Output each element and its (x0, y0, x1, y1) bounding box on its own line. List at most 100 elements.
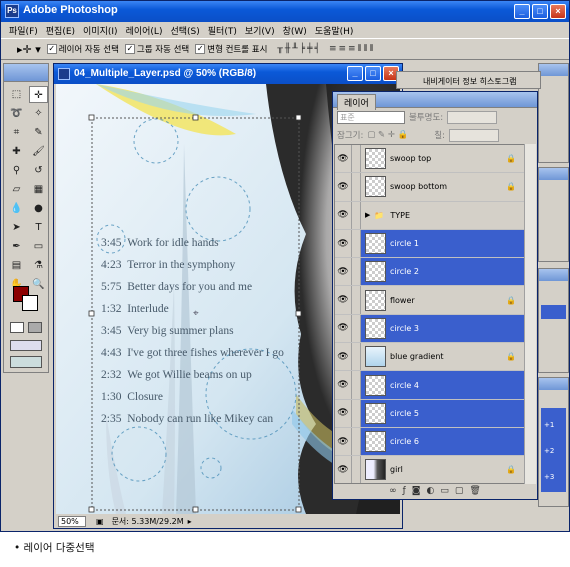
type-tool-icon[interactable]: T (29, 219, 48, 236)
adjustment-layer-icon[interactable]: ◐ (427, 486, 435, 496)
gradient-tool-icon[interactable]: ▦ (29, 181, 48, 198)
move-tool-preset-icon[interactable]: ▸✛ ▾ (17, 43, 41, 56)
lock-icons[interactable]: ▢ ✎ ✛ 🔒 (367, 130, 408, 140)
layer-mask-icon[interactable]: ◙ (412, 486, 421, 496)
distribute-bottom-icon[interactable]: ≡ (348, 44, 355, 54)
distribute-top-icon[interactable]: ≡ (329, 44, 336, 54)
layer-link-cell[interactable] (352, 145, 361, 173)
new-layer-icon[interactable]: ▢ (455, 486, 464, 496)
zoom-level[interactable]: 50% (58, 515, 86, 527)
visibility-eye-icon[interactable]: 👁 (335, 286, 352, 314)
layer-link-cell[interactable] (352, 427, 361, 456)
blend-mode-select[interactable]: 표준 (337, 110, 405, 124)
background-color-swatch[interactable] (22, 295, 38, 311)
align-right-icon[interactable]: ╡ (315, 44, 321, 54)
auto-select-layer-checkbox[interactable]: ✓ (46, 44, 57, 54)
visibility-eye-icon[interactable]: 👁 (335, 314, 352, 343)
close-button[interactable]: × (550, 4, 566, 19)
fill-field[interactable] (448, 128, 499, 142)
pen-tool-icon[interactable]: ✒ (7, 238, 26, 255)
show-transform-controls-checkbox[interactable]: ✓ (195, 44, 206, 54)
layer-row[interactable]: 👁 circle 4 (335, 371, 524, 400)
visibility-eye-icon[interactable]: 👁 (335, 399, 352, 427)
visibility-eye-icon[interactable]: 👁 (335, 371, 352, 399)
delete-layer-icon[interactable]: 🗑 (469, 486, 480, 496)
layer-row[interactable]: 👁 circle 3 (335, 314, 524, 344)
layer-row[interactable]: 👁 ▶ 📁 TYPE (335, 201, 524, 230)
visibility-eye-icon[interactable]: 👁 (335, 201, 352, 229)
layer-link-cell[interactable] (352, 399, 361, 427)
align-bottom-icon[interactable]: ╨ (292, 44, 298, 54)
opacity-field[interactable] (447, 110, 498, 124)
visibility-eye-icon[interactable]: 👁 (335, 258, 352, 286)
screen-mode-icon[interactable] (10, 340, 42, 351)
layer-row[interactable]: 👁 circle 5 (335, 399, 524, 428)
eraser-tool-icon[interactable]: ▱ (7, 181, 26, 198)
blur-tool-icon[interactable]: 💧 (7, 200, 26, 217)
expand-triangle-icon[interactable]: ▶ (365, 211, 370, 219)
layer-row[interactable]: 👁 flower 🔒 (335, 286, 524, 315)
healing-brush-tool-icon[interactable]: ✚ (7, 143, 26, 160)
menu-layer[interactable]: 레이어(L) (126, 24, 163, 37)
visibility-eye-icon[interactable]: 👁 (335, 173, 352, 201)
menu-edit[interactable]: 편집(E) (46, 24, 75, 37)
layer-row[interactable]: 👁 swoop bottom 🔒 (335, 173, 524, 202)
distribute-right-icon[interactable]: ⦀ (370, 44, 374, 54)
layer-link-cell[interactable] (352, 258, 361, 286)
menu-file[interactable]: 파일(F) (9, 24, 38, 37)
layers-scrollbar[interactable] (524, 144, 536, 484)
layer-row[interactable]: 👁 circle 2 (335, 258, 524, 287)
distribute-left-icon[interactable]: ⦀ (358, 44, 362, 54)
tab-navigator[interactable]: 내비게이터 (423, 77, 460, 86)
distribute-hcenter-icon[interactable]: ⦀ (364, 44, 368, 54)
crop-tool-icon[interactable]: ⌗ (7, 124, 26, 141)
path-selection-tool-icon[interactable]: ➤ (7, 219, 26, 236)
layer-link-cell[interactable] (352, 286, 361, 314)
layer-style-icon[interactable]: ƒ (403, 486, 406, 496)
layer-row[interactable]: 👁 circle 1 (335, 229, 524, 259)
status-arrow-icon[interactable]: ▸ (188, 517, 192, 526)
align-top-icon[interactable]: ╥ (277, 44, 283, 54)
layer-link-cell[interactable] (352, 371, 361, 399)
layer-link-cell[interactable] (352, 314, 361, 343)
layer-row[interactable]: 👁 blue gradient 🔒 (335, 343, 524, 372)
auto-select-group-checkbox[interactable]: ✓ (124, 44, 135, 54)
tab-layers[interactable]: 레이어 (337, 94, 376, 110)
doc-maximize-button[interactable]: □ (365, 66, 381, 81)
slice-tool-icon[interactable]: ✎ (29, 124, 48, 141)
eyedropper-tool-icon[interactable]: ⚗ (29, 257, 48, 274)
quick-mask-icon[interactable] (10, 322, 24, 333)
tab-histogram[interactable]: 히스토그램 (480, 77, 517, 86)
layer-row[interactable]: 👁 girl 🔒 (335, 456, 524, 483)
visibility-eye-icon[interactable]: 👁 (335, 456, 352, 483)
jump-to-imageready-icon[interactable] (10, 356, 42, 368)
menu-help[interactable]: 도움말(H) (315, 24, 354, 37)
layer-row[interactable]: 👁 swoop top 🔒 (335, 145, 524, 174)
new-group-icon[interactable]: ▭ (440, 486, 449, 496)
menu-window[interactable]: 창(W) (283, 24, 307, 37)
brush-tool-icon[interactable]: 🖌 (29, 143, 48, 160)
layer-link-cell[interactable] (352, 456, 361, 483)
move-tool-icon[interactable]: ✛ (29, 86, 48, 103)
history-brush-tool-icon[interactable]: ↺ (29, 162, 48, 179)
marquee-tool-icon[interactable]: ⬚ (7, 86, 26, 103)
menu-filter[interactable]: 필터(T) (208, 24, 237, 37)
align-vcenter-icon[interactable]: ╫ (285, 44, 291, 54)
doc-minimize-button[interactable]: _ (347, 66, 363, 81)
visibility-eye-icon[interactable]: 👁 (335, 427, 352, 456)
menu-view[interactable]: 보기(V) (245, 24, 275, 37)
notes-tool-icon[interactable]: ▤ (7, 257, 26, 274)
layer-link-cell[interactable] (352, 229, 361, 258)
minimize-button[interactable]: _ (514, 4, 530, 19)
align-buttons[interactable]: ╥ ╫ ╨ ╞ ╪ ╡ (277, 44, 321, 54)
align-hcenter-icon[interactable]: ╪ (307, 44, 313, 54)
link-layers-icon[interactable]: ∞ (389, 486, 397, 496)
status-menu-icon[interactable]: ▣ (96, 517, 104, 526)
menu-select[interactable]: 선택(S) (170, 24, 199, 37)
align-left-icon[interactable]: ╞ (300, 44, 306, 54)
visibility-eye-icon[interactable]: 👁 (335, 343, 352, 371)
zoom-tool-icon[interactable]: 🔍 (29, 276, 48, 293)
tab-info[interactable]: 정보 (462, 77, 477, 86)
visibility-eye-icon[interactable]: 👁 (335, 145, 352, 173)
dodge-tool-icon[interactable]: ● (29, 200, 48, 217)
